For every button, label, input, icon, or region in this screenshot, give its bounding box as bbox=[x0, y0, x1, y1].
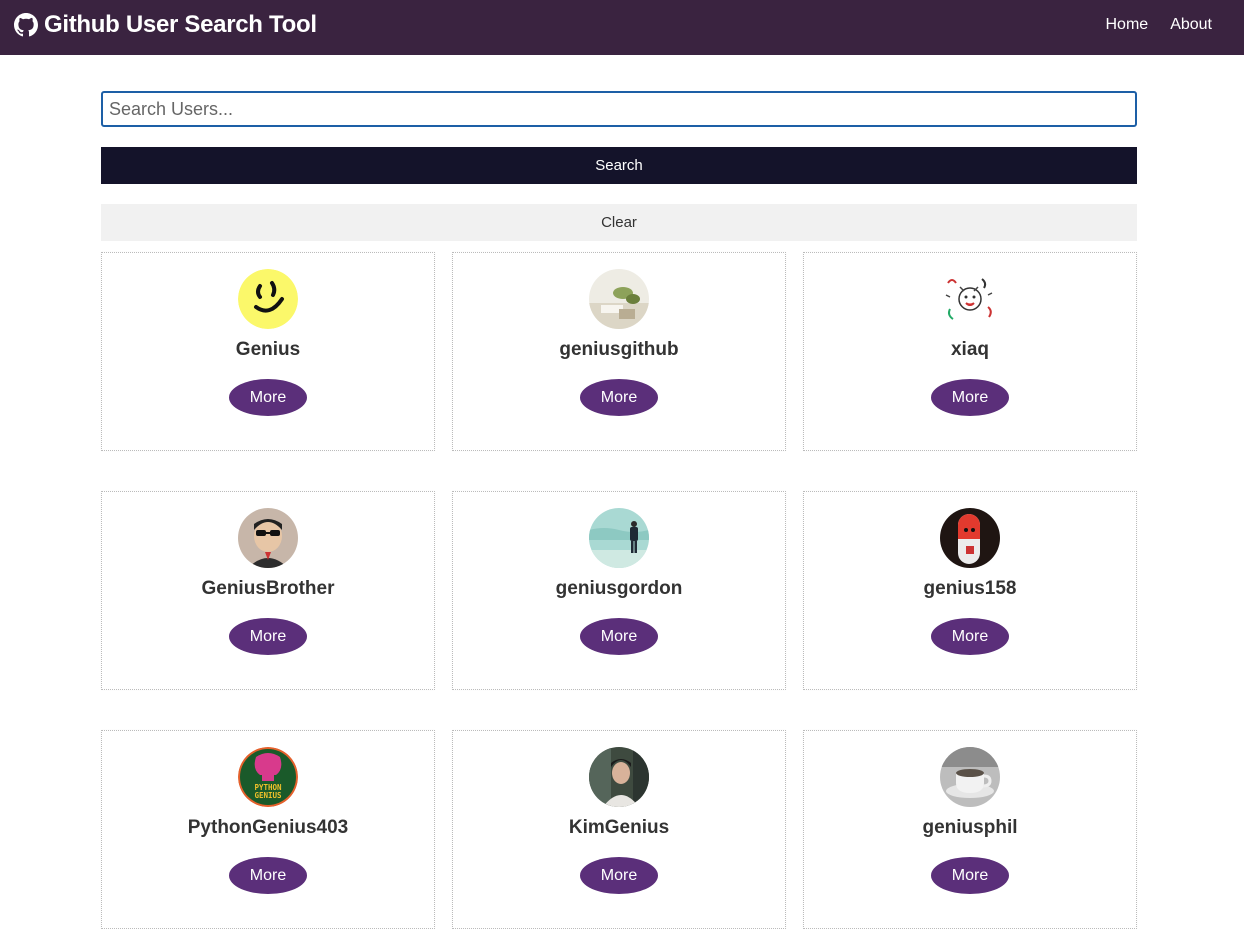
search-button[interactable]: Search bbox=[101, 147, 1137, 184]
username: geniusgordon bbox=[555, 578, 683, 599]
red-pill-avatar bbox=[940, 508, 1000, 568]
more-button[interactable]: More bbox=[931, 379, 1009, 416]
yellow-smiley-avatar bbox=[238, 269, 298, 329]
search-form: Search Clear bbox=[101, 91, 1137, 241]
username: xiaq bbox=[950, 339, 990, 360]
nav-links: Home About bbox=[1106, 16, 1213, 34]
more-button[interactable]: More bbox=[229, 379, 307, 416]
light-photo-avatar bbox=[589, 269, 649, 329]
username: geniusphil bbox=[922, 817, 1018, 838]
navbar: Github User Search Tool Home About bbox=[0, 0, 1244, 55]
username: genius158 bbox=[923, 578, 1017, 599]
nav-home-link[interactable]: Home bbox=[1106, 16, 1149, 34]
user-card: PYTHON GENIUS PythonGenius403 More bbox=[101, 730, 435, 929]
user-grid: Genius More geniusgithub More xiaq More … bbox=[101, 252, 1137, 929]
more-button[interactable]: More bbox=[580, 379, 658, 416]
more-button[interactable]: More bbox=[580, 618, 658, 655]
coffee-cup-avatar bbox=[940, 747, 1000, 807]
more-button[interactable]: More bbox=[229, 857, 307, 894]
clear-button[interactable]: Clear bbox=[101, 204, 1137, 241]
username: GeniusBrother bbox=[201, 578, 335, 599]
python-genius-logo-avatar: PYTHON GENIUS bbox=[238, 747, 298, 807]
person-photo-avatar bbox=[589, 747, 649, 807]
user-card: xiaq More bbox=[803, 252, 1137, 451]
svg-text:GENIUS: GENIUS bbox=[254, 791, 282, 800]
more-button[interactable]: More bbox=[931, 857, 1009, 894]
username: Genius bbox=[235, 339, 301, 360]
more-button[interactable]: More bbox=[580, 857, 658, 894]
user-card: geniusphil More bbox=[803, 730, 1137, 929]
more-button[interactable]: More bbox=[931, 618, 1009, 655]
nav-about-link[interactable]: About bbox=[1170, 16, 1212, 34]
search-input[interactable] bbox=[101, 91, 1137, 127]
user-card: geniusgithub More bbox=[452, 252, 786, 451]
user-card: genius158 More bbox=[803, 491, 1137, 690]
user-card: Genius More bbox=[101, 252, 435, 451]
user-card: KimGenius More bbox=[452, 730, 786, 929]
user-card: GeniusBrother More bbox=[101, 491, 435, 690]
doodle-avatar bbox=[940, 269, 1000, 329]
app-title: Github User Search Tool bbox=[44, 11, 317, 38]
username: KimGenius bbox=[568, 817, 670, 838]
user-card: geniusgordon More bbox=[452, 491, 786, 690]
username: geniusgithub bbox=[559, 339, 679, 360]
sunglasses-man-avatar bbox=[238, 508, 298, 568]
brand[interactable]: Github User Search Tool bbox=[14, 11, 317, 39]
more-button[interactable]: More bbox=[229, 618, 307, 655]
github-icon bbox=[14, 13, 38, 37]
username: PythonGenius403 bbox=[187, 817, 349, 838]
beach-person-avatar bbox=[589, 508, 649, 568]
